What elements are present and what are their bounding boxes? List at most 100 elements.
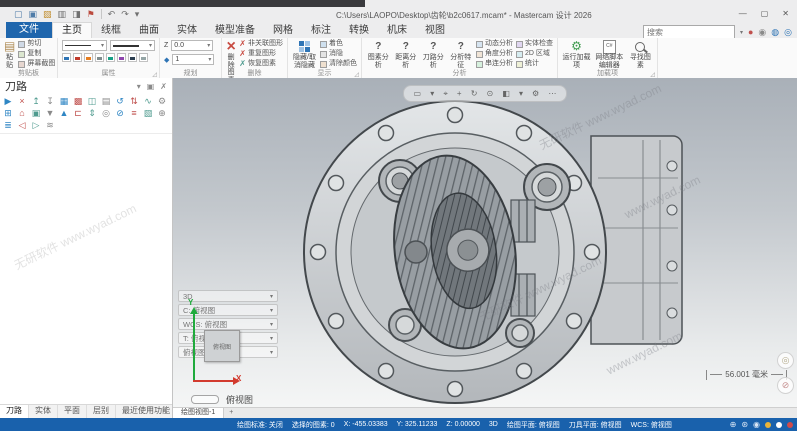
toolpath-tool-icon[interactable]: ↧ <box>45 96 55 106</box>
tab-transform[interactable]: 转换 <box>340 23 378 38</box>
graphics-viewport[interactable]: 无研软件 www.wyad.com www.wyad.com 无研软件 www.… <box>173 78 797 408</box>
panel-tab-solids[interactable]: 实体 <box>29 405 58 418</box>
toolpath-tool-icon[interactable]: ◫ <box>87 96 97 106</box>
tab-machine[interactable]: 机床 <box>378 23 416 38</box>
tab-solids[interactable]: 实体 <box>168 23 206 38</box>
toolpath-tool-icon[interactable]: ⊞ <box>3 108 13 118</box>
toolpath-tool-icon[interactable]: ▣ <box>31 108 41 118</box>
add-viewsheet-button[interactable]: + <box>224 408 238 418</box>
toolpath-tool-icon[interactable]: × <box>17 96 27 106</box>
wire-color-button[interactable] <box>73 53 82 62</box>
plane-thumbnail[interactable]: 俯视图 <box>204 330 240 362</box>
flag-icon[interactable]: ⚑ <box>87 9 95 19</box>
toolpath-tool-icon[interactable]: ↺ <box>115 96 125 106</box>
toolpath-tool-icon[interactable]: ∿ <box>143 96 153 106</box>
status-3d-toggle[interactable]: 3D <box>489 421 498 428</box>
close-button[interactable]: ✕ <box>782 9 789 18</box>
tab-wireframe[interactable]: 线框 <box>92 23 130 38</box>
search-caret-icon[interactable]: ▾ <box>740 29 743 36</box>
toolpath-tool-icon[interactable]: ◎ <box>101 108 111 118</box>
toolpath-tool-icon[interactable]: ▲ <box>59 108 69 118</box>
snap-icon[interactable]: ⊙ <box>486 89 493 98</box>
toolpath-tool-icon[interactable]: ≡ <box>129 108 139 118</box>
copy-button[interactable]: 复制 <box>18 50 55 58</box>
analyze-distance-button[interactable]: ? 距离分析 <box>394 40 419 69</box>
toolpath-tool-icon[interactable]: ◁ <box>17 120 27 130</box>
toolpath-tool-icon[interactable]: ⇕ <box>87 108 97 118</box>
add-selection-icon[interactable]: + <box>457 89 462 98</box>
status-warning-dot[interactable] <box>765 421 771 428</box>
screen-capture-button[interactable]: 屏幕截图 <box>18 60 55 68</box>
undelete-button[interactable]: ✗ 恢复图素 <box>239 60 283 68</box>
account-icon[interactable]: ● <box>748 27 753 37</box>
mesh-color-button[interactable] <box>106 53 115 62</box>
addins-dialog-launcher-icon[interactable]: ◿ <box>650 71 655 78</box>
toolpath-tool-icon[interactable]: ▤ <box>101 96 111 106</box>
tab-drafting[interactable]: 标注 <box>302 23 340 38</box>
open-file-icon[interactable]: ▧ <box>43 9 52 19</box>
community-icon[interactable]: ◍ <box>771 27 779 37</box>
analyze-angle-button[interactable]: 角度分析 <box>476 50 513 58</box>
rotate-view-icon[interactable]: ↻ <box>471 89 478 98</box>
analyze-feature-button[interactable]: ? 分析特征 <box>449 40 474 69</box>
material-button[interactable] <box>117 53 126 62</box>
shade-toggle-icon[interactable]: ◧ <box>502 89 510 98</box>
status-wcs[interactable]: WCS: 俯视图 <box>631 420 672 430</box>
attributes-dialog-launcher-icon[interactable]: ◿ <box>152 71 157 78</box>
gnomon-target-icon[interactable]: ⌖ <box>443 89 448 99</box>
toolpath-tool-icon[interactable]: ▷ <box>31 120 41 130</box>
surface-color-button[interactable] <box>95 53 104 62</box>
analyze-dynamic-button[interactable]: 动态分析 <box>476 40 513 48</box>
panel-tab-recent[interactable]: 最近使用功能 <box>116 405 177 418</box>
toolpath-tool-icon[interactable]: ⊕ <box>157 108 167 118</box>
run-addin-button[interactable]: ⚙ 运行加载项 <box>562 40 591 69</box>
redo-icon[interactable]: ↷ <box>121 9 129 19</box>
toolpath-tool-icon[interactable]: ⇅ <box>129 96 139 106</box>
z-depth-select[interactable]: 0.0 ▾ <box>171 40 214 51</box>
settings-icon[interactable]: ⚙ <box>532 89 539 98</box>
help-icon[interactable]: ◎ <box>784 27 792 37</box>
view-capsule-icon[interactable] <box>191 395 219 404</box>
analyze-toolpath-button[interactable]: ? 刀路分析 <box>421 40 446 69</box>
status-refresh-icon[interactable]: ⊛ <box>741 420 748 429</box>
toolpath-tool-icon[interactable]: ⊘ <box>115 108 125 118</box>
status-tplane[interactable]: 刀具平面: 俯视图 <box>569 420 622 430</box>
toolpath-tool-icon[interactable]: ▦ <box>59 96 69 106</box>
toolpath-tool-icon[interactable]: ≋ <box>45 120 55 130</box>
toolpath-tool-icon[interactable]: ↥ <box>31 96 41 106</box>
status-alert-dot[interactable] <box>787 421 793 428</box>
panel-tab-levels[interactable]: 层别 <box>87 405 116 418</box>
viewport-tool-button[interactable]: ◎ <box>777 352 794 369</box>
feedback-icon[interactable]: ◉ <box>758 27 766 37</box>
analyze-entity-button[interactable]: ? 图素分析 <box>366 40 391 69</box>
qat-customize-icon[interactable]: ▾ <box>135 9 140 19</box>
panel-tab-toolpaths[interactable]: 刀路 <box>0 405 29 418</box>
level-select[interactable]: 1 ▾ <box>172 54 215 65</box>
panel-tab-planes[interactable]: 平面 <box>58 405 87 418</box>
select-mode-icon[interactable]: ▭ <box>414 89 422 98</box>
tab-view[interactable]: 视图 <box>416 23 454 38</box>
tab-mesh[interactable]: 网格 <box>264 23 302 38</box>
analyze-chain-button[interactable]: 串连分析 <box>476 60 513 68</box>
select-caret-icon[interactable]: ▾ <box>430 89 434 98</box>
solid-color-button[interactable] <box>84 53 93 62</box>
hide-unhide-button[interactable]: 隐藏/取消隐藏 <box>292 40 317 69</box>
shading-button[interactable]: 着色 <box>320 40 357 48</box>
find-entity-button[interactable]: 寻找图素 <box>628 40 653 69</box>
tab-model-prep[interactable]: 模型准备 <box>206 23 264 38</box>
delete-nonassociated-button[interactable]: ✗ 非关联图形 <box>239 40 283 48</box>
toolpath-tool-icon[interactable]: ▩ <box>73 96 83 106</box>
clear-colors-button[interactable]: 清除颜色 <box>320 60 357 68</box>
tab-file[interactable]: 文件 <box>6 22 52 38</box>
paste-button[interactable]: ▤ 粘贴 <box>4 40 15 69</box>
line-width-select[interactable]: ▾ <box>110 40 155 51</box>
toolpath-tool-icon[interactable]: ▶ <box>3 96 13 106</box>
toolpath-tool-icon[interactable]: ▧ <box>143 108 153 118</box>
undo-icon[interactable]: ↶ <box>108 9 116 19</box>
maximize-button[interactable]: ▢ <box>761 9 769 18</box>
status-neutral-dot[interactable] <box>776 421 782 428</box>
status-target-icon[interactable]: ◉ <box>753 420 760 429</box>
point-style-button[interactable] <box>62 53 71 62</box>
solid-check-button[interactable]: 实体检查 <box>516 40 553 48</box>
script-editor-button[interactable]: C# 网络脚本编辑器 <box>594 39 625 69</box>
